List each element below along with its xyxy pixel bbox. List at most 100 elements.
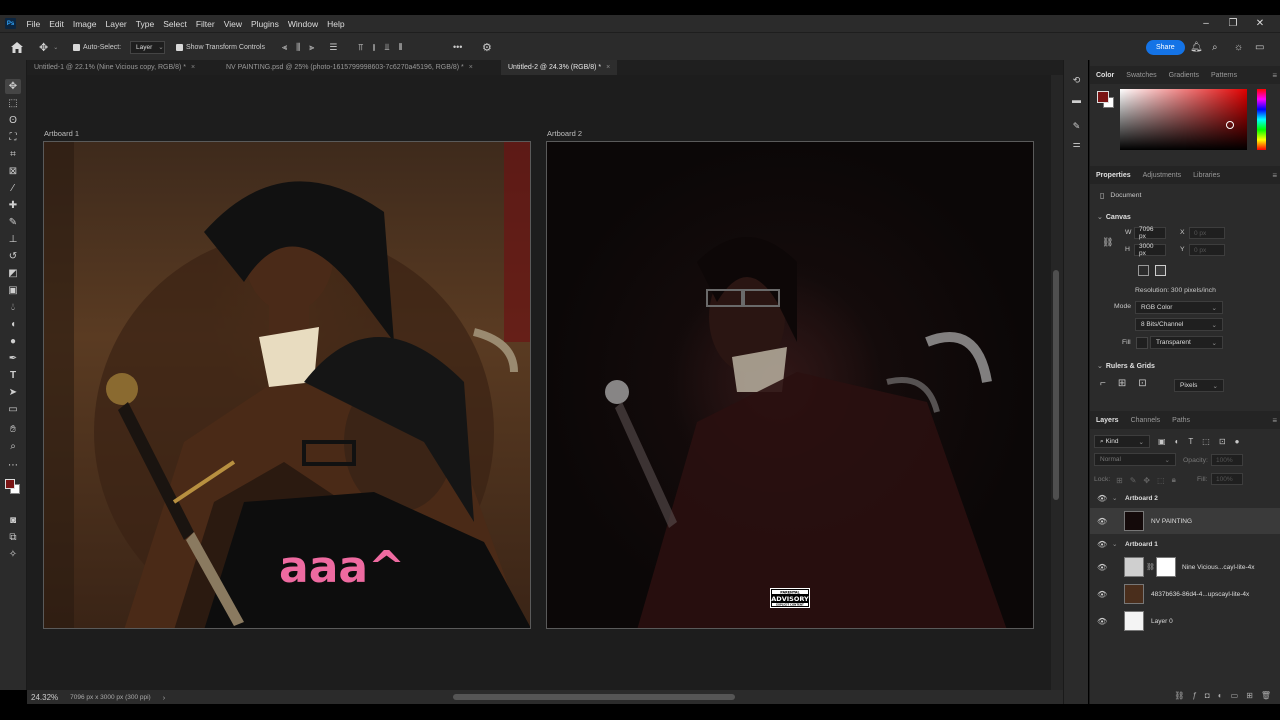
tab-nv-painting[interactable]: NV PAINTING.psd @ 25% (photo-16157999986… bbox=[219, 60, 480, 75]
object-selection-tool-icon[interactable]: ⛶ bbox=[5, 130, 21, 145]
opacity-field[interactable]: 100% bbox=[1211, 454, 1243, 466]
menu-filter[interactable]: Filter bbox=[191, 19, 219, 29]
filter-shape-icon[interactable]: ⬚ bbox=[1202, 437, 1210, 446]
auto-select-checkbox[interactable]: Auto-Select: bbox=[73, 33, 121, 61]
layer-row-artboard-1[interactable]: 👁︎ ⌄ Artboard 1 bbox=[1090, 535, 1280, 553]
panel-menu-icon[interactable]: ≡ bbox=[1272, 171, 1277, 180]
layer-row-4837b636[interactable]: 👁︎ 4837b636-86d4-4...upscayl-lite-4x bbox=[1090, 581, 1280, 607]
align-right-edges-icon[interactable]: ⫸ bbox=[309, 42, 314, 53]
layer-row-nine-vicious[interactable]: 👁︎ ⛓ Nine Vicious...cayl-lite-4x bbox=[1090, 554, 1280, 580]
x-field[interactable]: 0 px bbox=[1189, 227, 1225, 239]
hue-slider[interactable] bbox=[1257, 89, 1266, 150]
bit-depth-dropdown[interactable]: 8 Bits/Channel ⌄ bbox=[1135, 318, 1223, 331]
lock-position-icon[interactable]: ✥ bbox=[1143, 476, 1150, 485]
eyedropper-tool-icon[interactable]: ⁄ bbox=[5, 181, 21, 196]
color-picker-field[interactable] bbox=[1120, 89, 1247, 150]
align-bottom-edges-icon[interactable]: ⫫ bbox=[384, 42, 389, 53]
guides-icon[interactable]: ⊡ bbox=[1138, 378, 1146, 389]
tab-untitled-1[interactable]: Untitled-1 @ 22.1% (Nine Vicious copy, R… bbox=[27, 60, 202, 75]
layer-mask-thumbnail[interactable] bbox=[1156, 557, 1176, 577]
tab-layers[interactable]: Layers bbox=[1090, 417, 1125, 424]
chevron-down-icon[interactable]: ⌄ bbox=[1112, 494, 1117, 502]
delete-layer-icon[interactable]: 🗑︎ bbox=[1261, 691, 1271, 700]
close-icon[interactable]: × bbox=[191, 64, 195, 71]
menu-view[interactable]: View bbox=[219, 19, 246, 29]
lock-artboard-icon[interactable]: ⬚ bbox=[1157, 476, 1165, 485]
canvas-section-header[interactable]: ⌄ Canvas bbox=[1097, 213, 1131, 221]
align-top-edges-icon[interactable]: ⫪ bbox=[358, 42, 363, 53]
panel-menu-icon[interactable]: ≡ bbox=[1272, 71, 1277, 80]
tab-patterns[interactable]: Patterns bbox=[1205, 72, 1243, 79]
align-horizontal-centers-icon[interactable]: ⫼ bbox=[296, 42, 300, 53]
vertical-scrollbar[interactable] bbox=[1051, 75, 1063, 690]
rectangle-tool-icon[interactable]: ▭ bbox=[5, 402, 21, 417]
add-mask-icon[interactable]: ◘ bbox=[1205, 691, 1210, 700]
zoom-tool-icon[interactable]: ⌕ bbox=[5, 439, 21, 454]
frame-tool-icon[interactable]: ⊠ bbox=[5, 164, 21, 179]
new-layer-icon[interactable]: ⊞ bbox=[1246, 691, 1253, 700]
menu-select[interactable]: Select bbox=[159, 19, 192, 29]
foreground-color-chip[interactable] bbox=[1097, 91, 1109, 103]
portrait-orientation-icon[interactable] bbox=[1138, 265, 1149, 276]
new-adjustment-layer-icon[interactable]: ◐ bbox=[1218, 691, 1223, 700]
screen-mode-icon[interactable]: ⧉ bbox=[5, 530, 21, 545]
units-dropdown[interactable]: Pixels ⌄ bbox=[1174, 379, 1224, 392]
visibility-eye-icon[interactable]: 👁︎ bbox=[1097, 617, 1107, 626]
zoom-level[interactable]: 24.32% bbox=[31, 693, 58, 702]
tab-channels[interactable]: Channels bbox=[1125, 417, 1167, 424]
link-dimensions-icon[interactable]: ⛓ bbox=[1102, 237, 1113, 248]
layer-row-nv-painting[interactable]: 👁︎ NV PAINTING bbox=[1090, 508, 1280, 534]
layer-filter-kind-dropdown[interactable]: ⌕ Kind ⌄ bbox=[1094, 435, 1150, 448]
tab-swatches[interactable]: Swatches bbox=[1120, 72, 1162, 79]
type-tool-icon[interactable]: T bbox=[5, 368, 21, 383]
menu-layer[interactable]: Layer bbox=[101, 19, 131, 29]
tab-gradients[interactable]: Gradients bbox=[1163, 72, 1205, 79]
distribute-horizontal-icon[interactable]: ⦀ bbox=[398, 42, 402, 53]
artboard-2-label[interactable]: Artboard 2 bbox=[547, 129, 582, 138]
home-icon[interactable] bbox=[11, 33, 23, 61]
horizontal-scroll-thumb[interactable] bbox=[453, 694, 735, 700]
crop-tool-icon[interactable]: ⌗ bbox=[5, 147, 21, 162]
menu-file[interactable]: File bbox=[22, 19, 45, 29]
visibility-eye-icon[interactable]: 👁︎ bbox=[1097, 590, 1107, 599]
panel-menu-icon[interactable]: ≡ bbox=[1272, 416, 1277, 425]
visibility-eye-icon[interactable]: 👁︎ bbox=[1097, 517, 1107, 526]
distribute-vertical-icon[interactable]: ☰ bbox=[329, 42, 337, 53]
visibility-eye-icon[interactable]: 👁︎ bbox=[1097, 563, 1107, 572]
visibility-eye-icon[interactable]: 👁︎ bbox=[1097, 540, 1107, 549]
visibility-eye-icon[interactable]: 👁︎ bbox=[1097, 494, 1107, 503]
move-tool-icon[interactable]: ✥ ⌄ bbox=[39, 33, 58, 61]
generative-fill-icon[interactable]: ✧ bbox=[5, 547, 21, 562]
lasso-tool-icon[interactable]: ʘ bbox=[5, 113, 21, 128]
search-icon[interactable]: ⌕ bbox=[1212, 33, 1218, 61]
more-options-button[interactable]: ••• bbox=[453, 33, 462, 61]
menu-plugins[interactable]: Plugins bbox=[246, 19, 283, 29]
tab-adjustments[interactable]: Adjustments bbox=[1137, 172, 1188, 179]
move-tool-icon[interactable]: ✥ bbox=[5, 79, 21, 94]
settings-gear-icon[interactable]: ⚙ bbox=[482, 33, 492, 61]
filter-type-icon[interactable]: T bbox=[1188, 437, 1193, 446]
link-layers-icon[interactable]: ⛓ bbox=[1174, 691, 1184, 700]
path-selection-tool-icon[interactable]: ➤ bbox=[5, 385, 21, 400]
menu-type[interactable]: Type bbox=[131, 19, 158, 29]
layer-row-layer-0[interactable]: 👁︎ Layer 0 bbox=[1090, 608, 1280, 634]
notifications-bell-icon[interactable]: 🔔︎ bbox=[1190, 33, 1203, 61]
artboard-2[interactable]: PARENTAL ADVISORY EXPLICIT CONTENT bbox=[546, 141, 1034, 629]
close-icon[interactable]: × bbox=[606, 64, 610, 71]
pen-tool-icon[interactable]: ✒ bbox=[5, 351, 21, 366]
mask-link-icon[interactable]: ⛓ bbox=[1146, 563, 1155, 571]
fill-dropdown[interactable]: Transparent ⌄ bbox=[1150, 336, 1223, 349]
auto-select-target-dropdown[interactable]: Layer ⌄ bbox=[130, 40, 165, 54]
gradient-tool-icon[interactable]: ▣ bbox=[5, 283, 21, 298]
ruler-icon[interactable]: ⌐ bbox=[1100, 378, 1106, 389]
new-group-icon[interactable]: ▭ bbox=[1231, 691, 1239, 700]
eraser-tool-icon[interactable]: ◩ bbox=[5, 266, 21, 281]
tab-paths[interactable]: Paths bbox=[1166, 417, 1196, 424]
lock-transparent-icon[interactable]: ⊞ bbox=[1116, 476, 1123, 485]
vertical-scroll-thumb[interactable] bbox=[1053, 270, 1059, 500]
comments-panel-icon[interactable]: ▬ bbox=[1070, 93, 1083, 106]
hand-tool-icon[interactable]: ✋︎ bbox=[5, 422, 21, 437]
filter-smart-object-icon[interactable]: ⊡ bbox=[1219, 437, 1226, 446]
filter-adjustment-icon[interactable]: ◐ bbox=[1175, 437, 1180, 446]
workspace-icon[interactable]: ▭ bbox=[1255, 33, 1264, 61]
